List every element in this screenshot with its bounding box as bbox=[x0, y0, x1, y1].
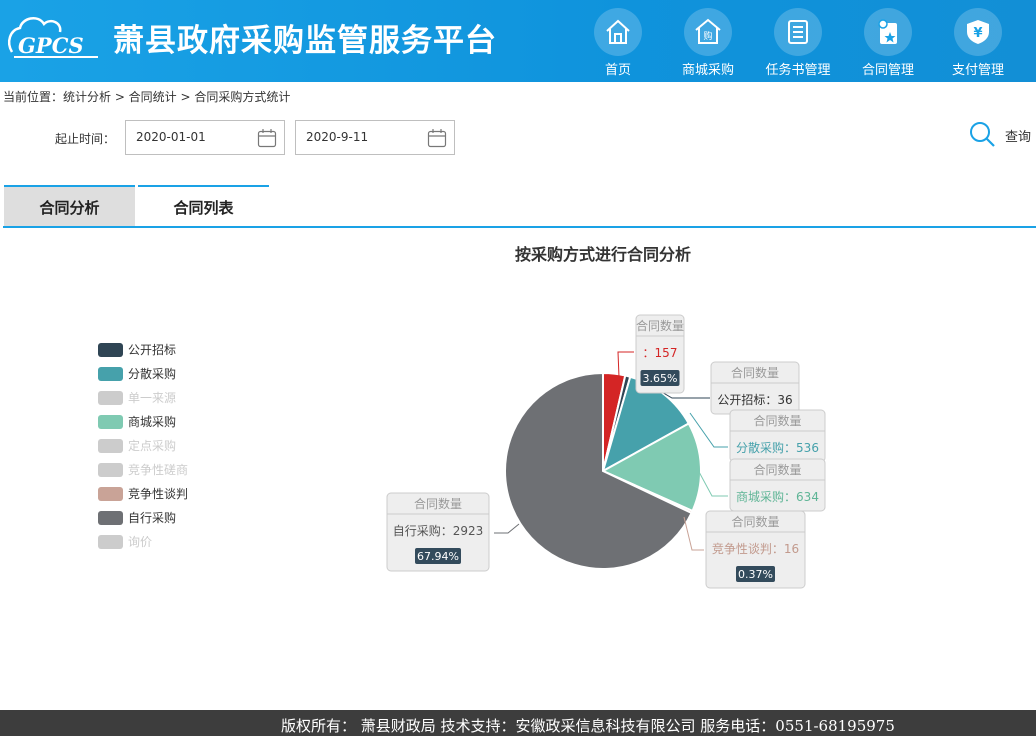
label-percent: 3.65% bbox=[643, 372, 678, 385]
slice-label-box: 合同数量 ：157 3.65% bbox=[635, 314, 685, 394]
label-value: ：157 bbox=[643, 346, 678, 360]
pie-chart: 合同数量：1573.65% 合同数量公开招标：36合同数量分散采购：536合同数量… bbox=[386, 314, 826, 589]
slice-label-box: 合同数量自行采购：2923 67.94% bbox=[386, 492, 490, 572]
label-title: 合同数量 bbox=[414, 496, 462, 511]
label-leader-line bbox=[697, 469, 728, 497]
slice-label-box: 合同数量竞争性谈判：16 0.37% bbox=[705, 510, 806, 589]
label-value: 自行采购：2923 bbox=[393, 523, 484, 538]
label-value: 商城采购：634 bbox=[736, 489, 819, 504]
label-title: 合同数量 bbox=[753, 462, 801, 477]
label-title: 合同数量 bbox=[731, 365, 779, 380]
footer-text: 版权所有： 萧县财政局 技术支持：安徽政采信息科技有限公司 服务电话：0551-… bbox=[281, 717, 895, 735]
label-percent: 0.37% bbox=[738, 568, 773, 581]
label-value: 竞争性谈判：16 bbox=[712, 542, 799, 556]
label-title: 合同数量 bbox=[753, 413, 801, 428]
label-value: 公开招标：36 bbox=[717, 393, 792, 407]
slice-label-box: 合同数量分散采购：536 bbox=[729, 409, 826, 463]
slice-label-box: 合同数量商城采购：634 bbox=[729, 458, 826, 512]
slice-label-box: 合同数量公开招标：36 bbox=[710, 361, 800, 415]
label-value: 分散采购：536 bbox=[736, 440, 819, 455]
label-leader-line bbox=[494, 523, 520, 534]
label-title: 合同数量 bbox=[636, 318, 684, 333]
footer-bar: 版权所有： 萧县财政局 技术支持：安徽政采信息科技有限公司 服务电话：0551-… bbox=[0, 710, 1036, 736]
label-percent: 67.94% bbox=[417, 550, 459, 563]
label-title: 合同数量 bbox=[731, 514, 779, 529]
label-leader-line bbox=[617, 351, 634, 378]
